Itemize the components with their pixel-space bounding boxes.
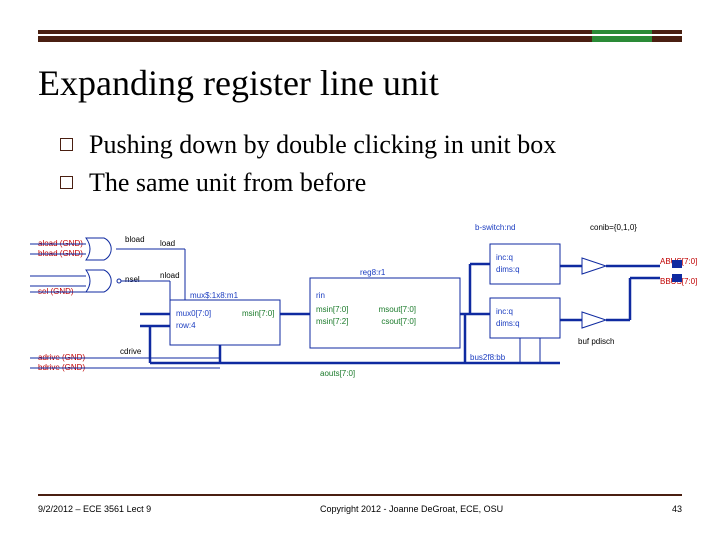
or-gate-icon [86,238,111,260]
diagram-reg-out2: csout[7:0] [381,317,416,326]
diagram-gate-load: load [160,239,175,248]
bullet-text: The same unit from before [89,166,366,200]
diagram-reg-in1: msin[7:0] [316,305,348,314]
diagram-sig-cdrive: cdrive [120,347,142,356]
footer-page-number: 43 [672,504,682,514]
switch-block-a [490,244,560,284]
diagram-reg-label: reg8:r1 [360,268,386,277]
diagram-buf-label: buf pdisch [578,337,614,346]
footer-date: 9/2/2012 – ECE 3561 Lect 9 [38,504,151,515]
diagram-right-b: dims:q [496,265,520,274]
diagram-right-c: inc:q [496,307,513,316]
bullet-text: Pushing down by double clicking in unit … [89,128,556,162]
page-title: Expanding register line unit [38,62,439,104]
footer-copyright: Copyright 2012 - Joanne DeGroat, ECE, OS… [320,504,503,514]
buffer-icon [582,258,606,274]
diagram-gate-nload: nload [160,271,180,280]
bullet-item: The same unit from before [60,166,680,200]
decoration-bar-top [38,30,682,34]
diagram-reg-in: rin [316,291,325,300]
header-decoration [38,30,682,44]
diagram-bottom-label: bus2f8:bb [470,353,506,362]
bullet-item: Pushing down by double clicking in unit … [60,128,680,162]
diagram-mux-label: mux$:1x8:m1 [190,291,239,300]
diagram-right-d: dims:q [496,319,520,328]
diagram-right-top-label: conib={0,1,0} [590,223,637,232]
diagram-right-a: inc:q [496,253,513,262]
diagram-mux-b: row:4 [176,321,196,330]
bullet-marker-icon [60,176,73,189]
footer: 9/2/2012 – ECE 3561 Lect 9 Copyright 201… [38,494,682,526]
bullet-list: Pushing down by double clicking in unit … [60,128,680,204]
footer-divider [38,494,682,496]
diagram-mux-out: msin[7:0] [242,309,274,318]
switch-block-b [490,298,560,338]
diagram-top-label: b-switch:nd [475,223,515,232]
decoration-bar-bottom [38,36,682,42]
bullet-marker-icon [60,138,73,151]
decoration-accent-top [592,30,652,34]
schematic-svg: b-switch:nd conib={0,1,0} aload (GND) bl… [20,220,700,400]
diagram-label-nsel: nsel [125,275,140,284]
nor-gate-icon [86,270,111,292]
schematic-diagram: b-switch:nd conib={0,1,0} aload (GND) bl… [20,220,700,400]
diagram-reg-out: msout[7:0] [379,305,416,314]
decoration-accent-bottom [592,36,652,42]
diagram-sig-bload: bload [125,235,145,244]
diagram-bottom-bus: aouts[7:0] [320,369,355,378]
diagram-reg-in2: msin[7:2] [316,317,348,326]
diagram-mux-a: mux0[7:0] [176,309,211,318]
buffer-icon [582,312,606,328]
